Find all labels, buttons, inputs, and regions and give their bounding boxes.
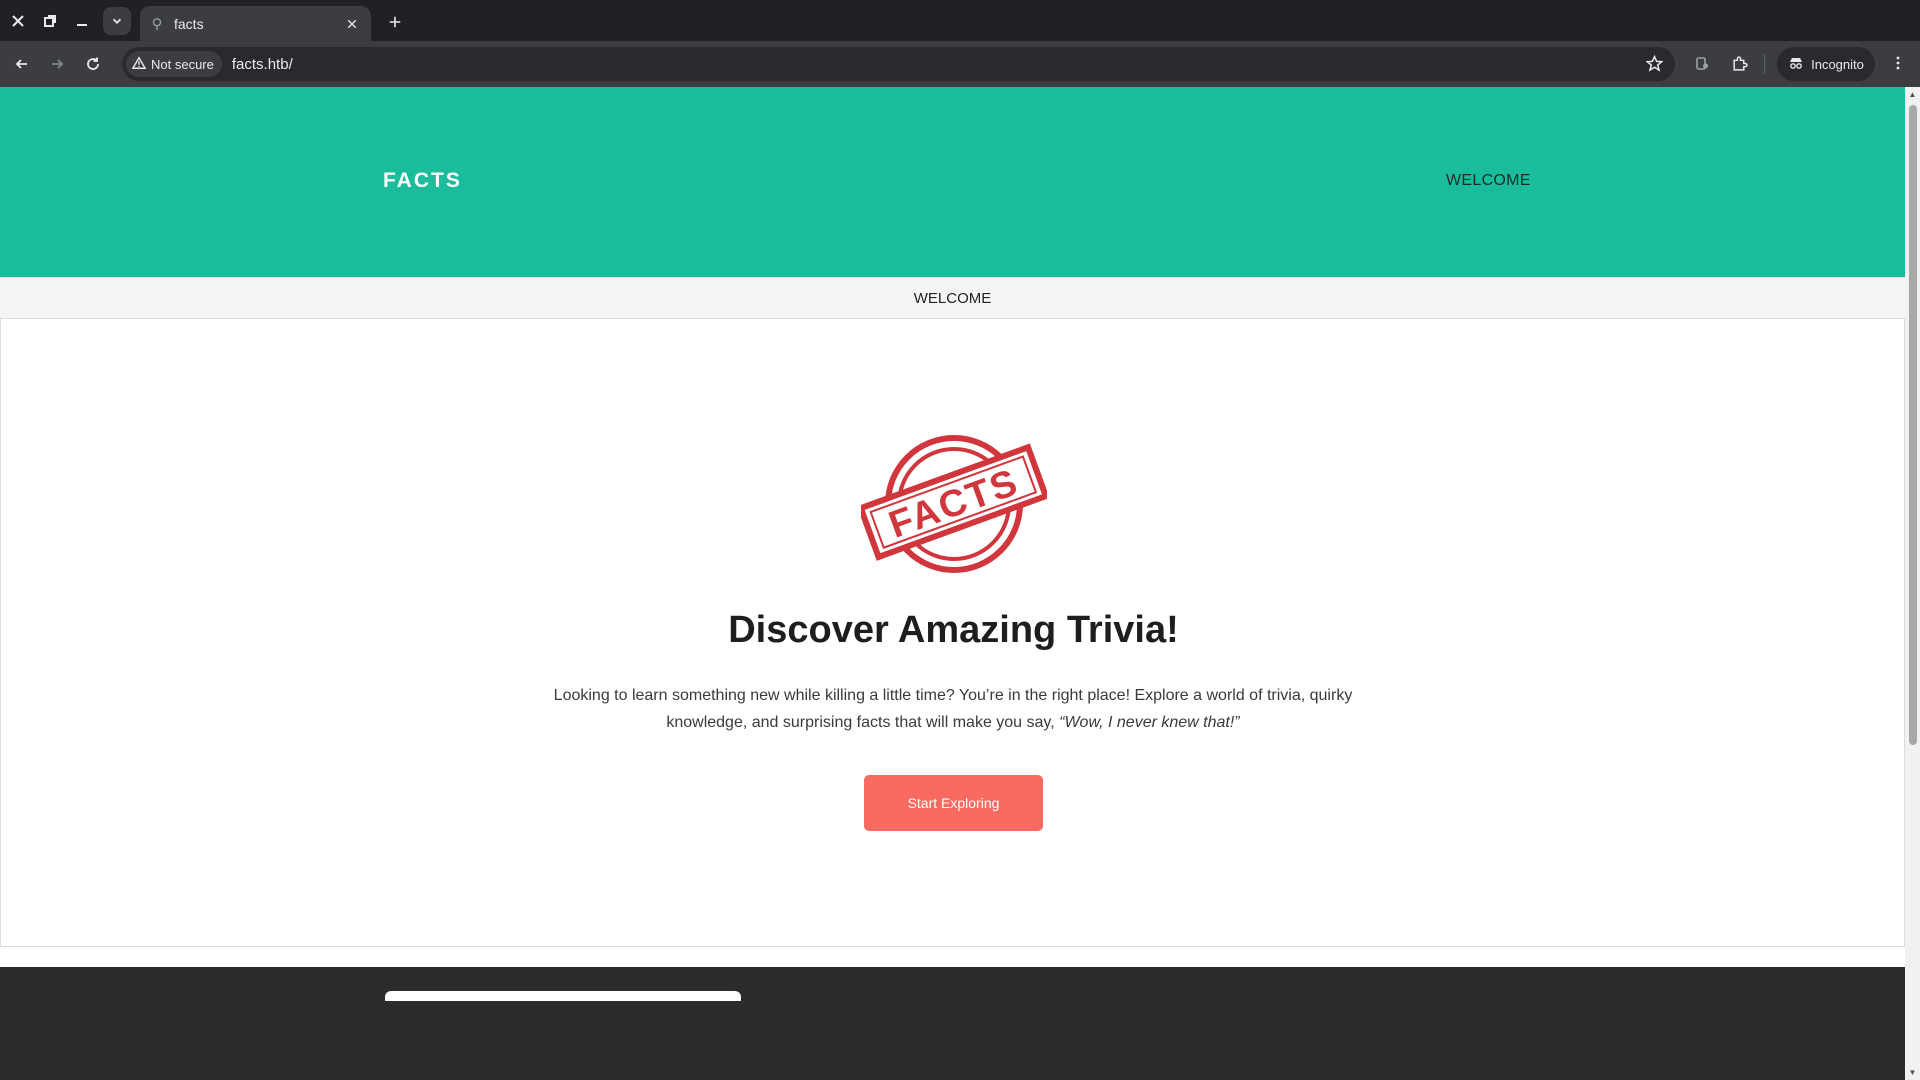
close-icon[interactable] — [5, 8, 31, 34]
scroll-thumb[interactable] — [1909, 105, 1917, 745]
address-bar[interactable]: Not secure facts.htb/ — [122, 47, 1675, 81]
tab-title: facts — [174, 15, 204, 32]
site-brand[interactable]: FACTS — [383, 169, 462, 193]
hero-section: FACTS Discover Amazing Trivia! Looking t… — [0, 319, 1905, 947]
facts-stamp-logo: FACTS — [861, 435, 1047, 573]
page-scrollbar[interactable]: ▲ ▼ — [1905, 87, 1920, 1080]
security-chip[interactable]: Not secure — [126, 51, 222, 77]
start-exploring-button[interactable]: Start Exploring — [864, 775, 1043, 831]
page-viewport: FACTS WELCOME WELCOME FACTS Discover Ama… — [0, 87, 1920, 1080]
reload-icon[interactable] — [78, 49, 108, 79]
browser-tab[interactable]: facts — [140, 6, 371, 41]
scroll-down-icon[interactable]: ▼ — [1908, 1068, 1917, 1077]
hero-lead: Looking to learn something new while kil… — [553, 682, 1353, 736]
url-text[interactable]: facts.htb/ — [232, 56, 293, 73]
minimize-icon[interactable] — [69, 8, 95, 34]
forward-icon[interactable] — [42, 49, 72, 79]
back-icon[interactable] — [7, 49, 37, 79]
scroll-up-icon[interactable]: ▲ — [1908, 90, 1917, 99]
site-footer — [0, 967, 1905, 1080]
restore-icon[interactable] — [37, 8, 63, 34]
site-header: FACTS WELCOME — [0, 87, 1905, 277]
warning-icon — [131, 55, 147, 73]
new-tab-icon[interactable] — [381, 8, 409, 36]
incognito-label: Incognito — [1811, 56, 1864, 72]
passwords-icon[interactable] — [1690, 51, 1714, 75]
footer-input[interactable] — [385, 991, 741, 1001]
hero-headline: Discover Amazing Trivia! — [728, 609, 1179, 651]
incognito-badge[interactable]: Incognito — [1777, 47, 1875, 81]
extensions-icon[interactable] — [1727, 51, 1751, 75]
security-label: Not secure — [151, 56, 214, 72]
incognito-icon — [1788, 55, 1804, 74]
star-icon[interactable] — [1645, 54, 1664, 77]
subnav-bar: WELCOME — [0, 277, 1905, 319]
globe-icon — [150, 16, 166, 32]
subnav-link-welcome[interactable]: WELCOME — [914, 290, 992, 307]
toolbar-divider — [1764, 54, 1765, 74]
tab-close-icon[interactable] — [343, 15, 361, 33]
menu-icon[interactable] — [1886, 51, 1910, 75]
hero-lead-quote: “Wow, I never knew that!” — [1059, 714, 1240, 731]
nav-link-welcome[interactable]: WELCOME — [1446, 172, 1531, 190]
tab-search-icon[interactable] — [103, 6, 131, 35]
